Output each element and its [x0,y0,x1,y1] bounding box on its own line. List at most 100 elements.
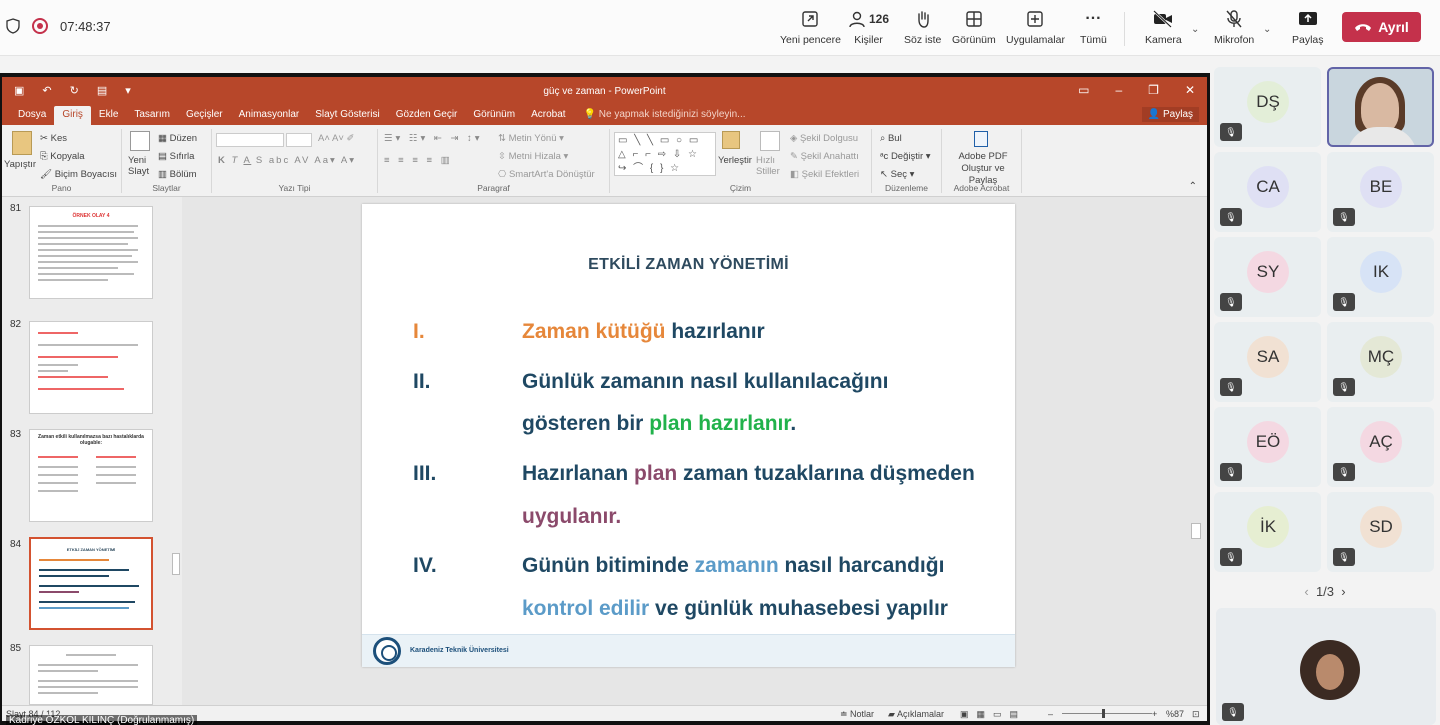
collapse-ribbon-icon[interactable]: ⌃ [1189,181,1197,192]
participant-tile[interactable]: AÇ 🎙 [1327,407,1434,487]
new-slide-icon[interactable] [130,131,150,151]
tab-giris[interactable]: Giriş [54,106,91,125]
section-button[interactable]: ▥ Bölüm [158,169,197,180]
tab-dosya[interactable]: Dosya [10,106,54,125]
participant-tile[interactable]: DŞ 🎙 [1214,67,1321,147]
zoom-slider-thumb[interactable] [1102,709,1105,718]
leave-button[interactable]: Ayrıl [1342,12,1421,42]
thumbnails-scrollbar[interactable] [170,197,182,705]
microphone-button[interactable]: Mikrofon [1214,8,1254,52]
raise-hand-button[interactable]: Söz iste [904,8,941,52]
arrange-icon[interactable] [722,131,740,149]
view-label: Görünüm [952,34,996,46]
text-direction-button[interactable]: ⇅ Metin Yönü ▾ [498,133,564,144]
camera-options-chevron-icon[interactable]: ⌄ [1191,24,1199,35]
tab-gecisler[interactable]: Geçişler [178,106,231,125]
quick-styles-button[interactable]: Hızlı Stiller [756,155,786,177]
new-slide-button[interactable]: Yeni Slayt [128,155,156,177]
chevron-left-icon[interactable]: ‹ [1304,584,1316,599]
camera-button[interactable]: Kamera [1145,8,1182,52]
slide-thumbnail-81[interactable]: ÖRNEK OLAY 4 [29,206,153,299]
participant-tile[interactable]: CA 🎙 [1214,152,1321,232]
participant-tile[interactable]: IK 🎙 [1327,237,1434,317]
tab-acrobat[interactable]: Acrobat [523,106,573,125]
tab-slayt-gosterisi[interactable]: Slayt Gösterisi [307,106,387,125]
thumbnail-text-line [38,332,78,334]
comments-button[interactable]: ▰ Açıklamalar [888,709,944,720]
format-painter-button[interactable]: 🖌 Biçim Boyacısı [40,169,117,180]
shape-outline-button[interactable]: ✎ Şekil Anahattı [790,151,859,162]
zoom-out-button[interactable]: – [1048,709,1053,719]
tab-animasyonlar[interactable]: Animasyonlar [231,106,308,125]
view-button[interactable]: Görünüm [952,8,996,52]
participant-video-tile[interactable] [1327,67,1434,147]
paste-icon[interactable] [12,131,32,155]
participant-tile[interactable]: EÖ 🎙 [1214,407,1321,487]
ppt-share-label: Paylaş [1162,109,1193,120]
list-buttons[interactable]: ☰▾ ☷▾ ⇤ ⇥ ↕▾ [384,133,483,144]
smartart-button[interactable]: ⎔ SmartArt'a Dönüştür [498,169,595,180]
minimize-icon[interactable]: – [1115,83,1122,97]
tab-gozden-gecir[interactable]: Gözden Geçir [388,106,466,125]
new-window-button[interactable]: Yeni pencere [780,8,841,52]
participant-tile[interactable]: SY 🎙 [1214,237,1321,317]
ribbon-display-icon[interactable]: ▭ [1078,83,1089,97]
zoom-in-button[interactable]: + [1152,709,1157,719]
view-buttons[interactable]: ▣▦▭▤ [960,709,1026,720]
zoom-level[interactable]: %87 [1166,709,1184,719]
reset-button[interactable]: ▤ Sıfırla [158,151,194,162]
quick-styles-icon[interactable] [760,131,780,151]
layout-button[interactable]: ▦ Düzen [158,133,197,144]
tell-me-search[interactable]: 💡 Ne yapmak istediğinizi söyleyin... [580,106,750,125]
scrollbar-thumb[interactable] [1191,523,1201,539]
participant-tile[interactable]: MÇ 🎙 [1327,322,1434,402]
participant-tile[interactable]: BE 🎙 [1327,152,1434,232]
replace-button[interactable]: ᵃc Değiştir ▾ [880,151,931,162]
restore-icon[interactable]: ❐ [1148,83,1159,97]
scrollbar-thumb[interactable] [172,553,180,575]
share-button[interactable]: Paylaş [1292,8,1324,52]
pdf-icon[interactable] [974,131,988,147]
font-size-buttons[interactable]: A˄ A˅ ✐ [318,133,354,144]
cut-button[interactable]: ✂ Kes [40,133,67,144]
participant-tile[interactable]: SA 🎙 [1214,322,1321,402]
find-button[interactable]: ⌕ Bul [880,133,902,144]
mic-options-chevron-icon[interactable]: ⌄ [1263,24,1271,35]
apps-button[interactable]: Uygulamalar [1006,8,1065,52]
tab-gorunum[interactable]: Görünüm [465,106,523,125]
shapes-gallery[interactable]: ▭ ╲ ╲ ▭ ○ ▭ △ ⌐ ⌐ ⇨ ⇩ ☆ ↪ ⌒ { } ☆ [614,132,716,176]
font-size-field[interactable] [286,133,312,147]
item-highlight: zamanın [694,554,779,577]
close-icon[interactable]: ✕ [1185,83,1195,97]
people-button[interactable]: 126 Kişiler [848,8,889,52]
font-name-field[interactable] [216,133,284,147]
notes-button[interactable]: ≐ Notlar [840,709,874,720]
shape-effects-button[interactable]: ◧ Şekil Efektleri [790,169,859,180]
align-text-button[interactable]: ⇳ Metni Hizala ▾ [498,151,568,162]
thumbnail-text-line [38,680,138,682]
adobe-pdf-button[interactable]: Adobe PDF Oluştur ve Paylaş [946,151,1020,187]
font-style-buttons[interactable]: K T A S abc AV Aa▾ A▾ [218,155,356,166]
align-buttons[interactable]: ≡ ≡ ≡ ≡ ▥ [384,155,453,166]
copy-button[interactable]: ⎘ Kopyala [40,151,85,162]
slide-thumbnail-83[interactable]: Zaman etkili kullanılmazsa bazı hastalık… [29,429,153,522]
tab-ekle[interactable]: Ekle [91,106,126,125]
zoom-slider[interactable] [1062,709,1152,718]
tab-tasarim[interactable]: Tasarım [126,106,178,125]
arrange-button[interactable]: Yerleştir [718,155,752,166]
participant-tile[interactable]: SD 🎙 [1327,492,1434,572]
fit-slide-icon[interactable]: ⊡ [1192,709,1200,720]
slide-thumbnail-84[interactable]: ETKİLİ ZAMAN YÖNETİMİ [29,537,153,630]
current-slide[interactable]: ETKİLİ ZAMAN YÖNETİMİ I. Zaman kütüğü ha… [362,204,1015,667]
shape-fill-button[interactable]: ◈ Şekil Dolgusu [790,133,858,144]
slide-thumbnail-85[interactable] [29,645,153,705]
self-video-tile[interactable]: 🎙 [1216,608,1436,725]
editor-scrollbar[interactable] [1191,197,1201,705]
participant-tile[interactable]: İK 🎙 [1214,492,1321,572]
chevron-right-icon[interactable]: › [1334,584,1345,599]
ppt-share-button[interactable]: 👤 Paylaş [1141,107,1199,122]
paste-button[interactable]: Yapıştır [4,159,36,170]
slide-thumbnail-82[interactable] [29,321,153,414]
more-button[interactable]: ··· Tümü [1080,8,1107,52]
select-button[interactable]: ↖ Seç ▾ [880,169,914,180]
